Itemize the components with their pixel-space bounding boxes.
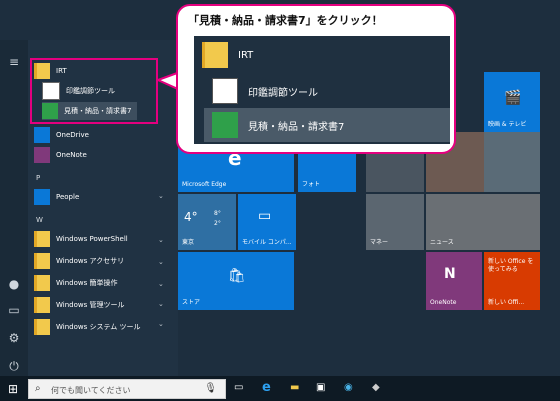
folder-icon: [202, 42, 228, 68]
tile-label: ニュース: [430, 239, 454, 246]
app-item-admin-tools[interactable]: Windows 管理ツール: [34, 296, 124, 314]
letter-header-p[interactable]: P: [36, 174, 40, 182]
invoice-app-icon: [212, 112, 238, 138]
app-item-powershell[interactable]: Windows PowerShell: [34, 230, 128, 248]
app-item-onedrive[interactable]: OneDrive: [34, 126, 89, 144]
app-item-accessories[interactable]: Windows アクセサリ: [34, 252, 124, 270]
office-promo-text: 新しい Office を使ってみる: [488, 258, 534, 273]
search-box[interactable]: ⌕ 何でも聞いてください 🎙: [28, 379, 226, 399]
tile-onenote[interactable]: N OneNote: [426, 252, 482, 310]
zoom-row-mitsumori: 見積・納品・請求書7: [204, 108, 450, 142]
explorer-icon[interactable]: ▬: [290, 382, 299, 393]
power-icon[interactable]: ⏻: [6, 358, 22, 374]
zoom-label: 印鑑調節ツール: [248, 87, 318, 99]
chevron-down-icon[interactable]: ⌄: [158, 236, 164, 244]
tile-movies[interactable]: 🎬 映画 & テレビ: [484, 72, 540, 132]
people-icon: [34, 189, 50, 205]
zoom-label: IRT: [238, 49, 254, 61]
tile-label: OneNote: [430, 299, 457, 306]
app-label: Windows PowerShell: [56, 235, 128, 243]
chevron-down-icon[interactable]: ⌄: [158, 192, 164, 200]
onedrive-icon: [34, 127, 50, 143]
weather-high: 8°: [214, 210, 221, 217]
app-taskbar-icon[interactable]: ◉: [344, 382, 353, 393]
tile-mobile-companion[interactable]: ▭ モバイル コンパ...: [238, 194, 296, 250]
search-icon: ⌕: [35, 383, 41, 394]
microphone-icon[interactable]: 🎙: [204, 383, 217, 394]
chevron-down-icon[interactable]: ⌄: [158, 320, 164, 328]
weather-temp: 4°: [184, 210, 198, 224]
user-icon[interactable]: ●: [6, 276, 22, 292]
app-label: OneDrive: [56, 131, 89, 139]
tile-label: 新しい Offi...: [488, 299, 525, 306]
zoom-label: 見積・納品・請求書7: [248, 121, 345, 133]
tile-label: フォト: [302, 181, 321, 188]
letter-header-w[interactable]: W: [36, 216, 43, 224]
app-item-ease-of-access[interactable]: Windows 簡単操作: [34, 274, 117, 292]
tile-label: Microsoft Edge: [182, 181, 227, 188]
store-bag-icon: 🛍: [228, 268, 246, 284]
app-label: OneNote: [56, 151, 87, 159]
edge-taskbar-icon[interactable]: e: [262, 380, 271, 395]
windows-start-icon[interactable]: ⊞: [8, 382, 18, 396]
clapper-icon: 🎬: [504, 90, 522, 106]
hamburger-icon[interactable]: ≡: [6, 54, 22, 70]
tile-store[interactable]: 🛍 ストア: [178, 252, 294, 310]
settings-icon[interactable]: ⚙: [6, 330, 22, 346]
tile-live-blurred-3[interactable]: [484, 132, 540, 192]
onenote-icon: N: [444, 266, 456, 282]
tile-label: マネー: [370, 239, 389, 246]
weather-low: 2°: [214, 220, 221, 227]
pin-taskbar-icon[interactable]: ◆: [372, 382, 380, 393]
app-label: Windows 簡単操作: [56, 279, 118, 287]
app-item-system-tools[interactable]: Windows システム ツール: [34, 318, 141, 336]
folder-icon: [34, 319, 50, 335]
app-item-people[interactable]: People: [34, 188, 79, 206]
app-label: People: [56, 193, 80, 201]
tile-money[interactable]: マネー: [366, 194, 424, 250]
tile-weather[interactable]: 4° 8° 2° 東京: [178, 194, 236, 250]
app-label: Windows システム ツール: [56, 323, 141, 331]
tile-news[interactable]: ニュース: [426, 194, 540, 250]
tile-office[interactable]: 新しい Office を使ってみる 新しい Offi...: [484, 252, 540, 310]
tile-label: 映画 & テレビ: [488, 121, 527, 128]
tile-label: ストア: [182, 299, 201, 306]
callout-title: 「見積・納品・請求書7」をクリック！: [188, 14, 383, 27]
chevron-down-icon[interactable]: ⌄: [158, 280, 164, 288]
task-view-icon[interactable]: ▭: [234, 382, 243, 393]
start-rail: ≡ ● ▭ ⚙ ⏻: [0, 40, 28, 376]
folder-icon: [34, 253, 50, 269]
search-placeholder: 何でも聞いてください: [51, 386, 131, 395]
tile-label: 東京: [182, 239, 195, 246]
folder-icon: [34, 231, 50, 247]
folder-icon: [34, 297, 50, 313]
documents-icon[interactable]: ▭: [6, 302, 22, 318]
tile-label: モバイル コンパ...: [242, 239, 292, 246]
phone-pc-icon: ▭: [258, 208, 272, 224]
chevron-down-icon[interactable]: ⌄: [158, 300, 164, 308]
app-label: Windows アクセサリ: [56, 257, 125, 265]
zoom-row-inkan: 印鑑調節ツール: [204, 74, 450, 108]
zoom-row-irt: IRT: [194, 38, 450, 72]
app-label: Windows 管理ツール: [56, 301, 125, 309]
store-taskbar-icon[interactable]: ▣: [316, 382, 325, 393]
highlight-box: [30, 58, 158, 124]
folder-icon: [34, 275, 50, 291]
stamp-tool-icon: [212, 78, 238, 104]
app-item-onenote[interactable]: OneNote: [34, 146, 87, 164]
onenote-icon: [34, 147, 50, 163]
chevron-down-icon[interactable]: ⌄: [158, 258, 164, 266]
callout-zoom-panel: IRT 印鑑調節ツール 見積・納品・請求書7: [194, 36, 450, 144]
